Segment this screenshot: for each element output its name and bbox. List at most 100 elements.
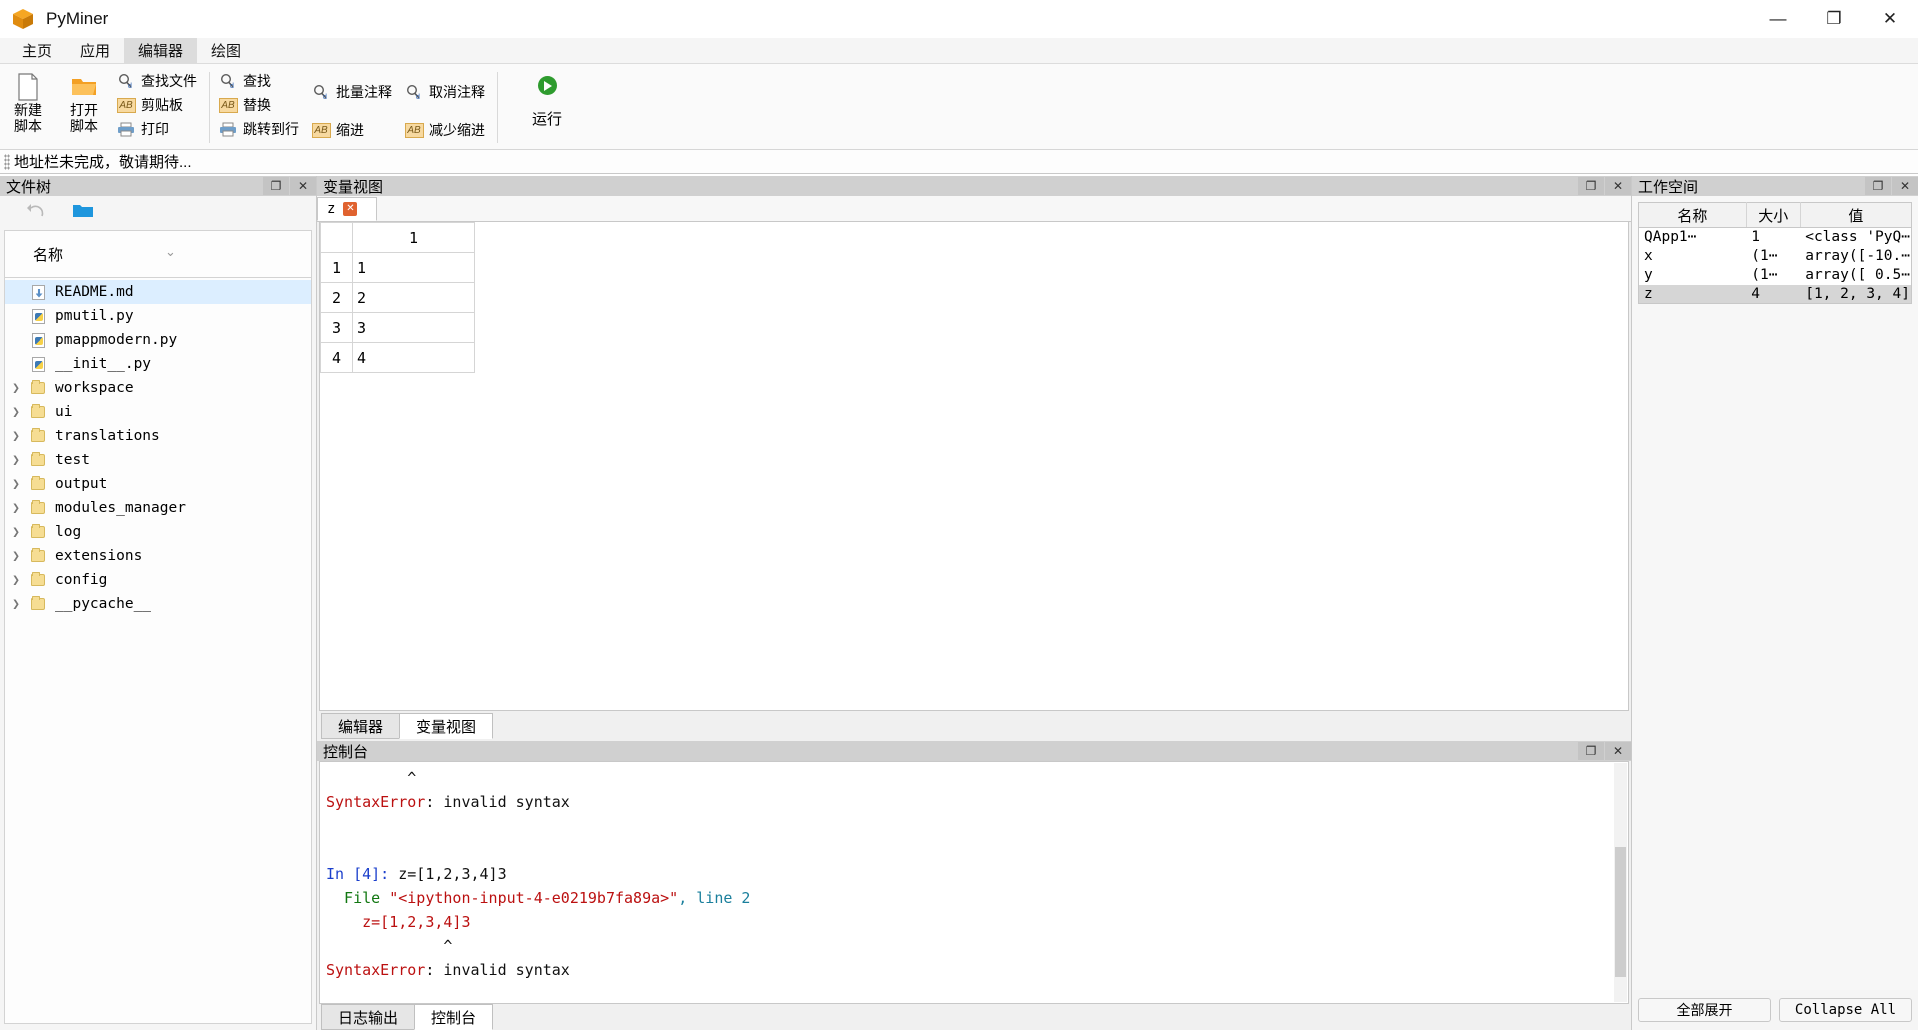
file-tree-list[interactable]: README.md pmutil.py pmappmodern.py __init__… [4, 278, 312, 1024]
variable-table-row[interactable]: 33 [320, 312, 475, 343]
close-icon[interactable]: ✕ [343, 202, 358, 216]
open-folder-button[interactable] [60, 198, 106, 228]
address-bar[interactable]: 地址栏未完成，敬请期待... [0, 150, 1918, 174]
chevron-right-icon[interactable]: ❯ [5, 381, 27, 396]
tab-console[interactable]: 控制台 [414, 1004, 494, 1030]
workspace-cell-value[interactable]: <class 'PyQ⋯ [1800, 228, 1911, 247]
file-tree-item[interactable]: ❯ translations [5, 424, 311, 448]
open-script-button[interactable]: 打开 脚本 [56, 66, 112, 149]
variable-table-cell[interactable]: 2 [352, 282, 475, 313]
goto-line-button[interactable]: 跳转到行 [214, 117, 307, 141]
workspace-row[interactable]: y (1⋯ array([ 0.5⋯ [1639, 266, 1912, 285]
menu-item-home[interactable]: 主页 [8, 38, 66, 63]
variable-table-cell[interactable]: 3 [352, 312, 475, 343]
variable-table-cell[interactable]: 4 [352, 342, 475, 373]
workspace-col-size[interactable]: 大小 [1746, 202, 1801, 228]
variable-table-row[interactable]: 22 [320, 282, 475, 313]
tab-log-output[interactable]: 日志输出 [321, 1004, 416, 1030]
chevron-right-icon[interactable]: ❯ [5, 525, 27, 540]
workspace-cell-name[interactable]: QApp1⋯ [1639, 228, 1747, 247]
find-button[interactable]: d 查找 [214, 69, 307, 93]
expand-all-button[interactable]: 全部展开 [1638, 998, 1771, 1022]
file-tree-item[interactable]: ❯ ui [5, 400, 311, 424]
workspace-table[interactable]: 名称 大小 值 QApp1⋯ 1 <class 'PyQ⋯ x (1⋯ array([-1… [1638, 202, 1912, 304]
chevron-right-icon[interactable]: ❯ [5, 429, 27, 444]
workspace-cell-size[interactable]: 1 [1746, 228, 1800, 247]
uncomment-button[interactable]: d 取消注释 [400, 80, 493, 104]
close-icon[interactable]: ✕ [1605, 742, 1631, 760]
close-button[interactable]: ✕ [1862, 0, 1918, 38]
find-file-button[interactable]: d 查找文件 [112, 69, 205, 93]
file-tree-item[interactable]: README.md [5, 280, 311, 304]
float-icon[interactable]: ❐ [263, 177, 289, 195]
chevron-right-icon[interactable]: ❯ [5, 549, 27, 564]
chevron-right-icon[interactable]: ❯ [5, 453, 27, 468]
file-tree-item[interactable]: ❯ log [5, 520, 311, 544]
file-tree-column-header[interactable]: 名称 ⌄ [4, 230, 312, 278]
workspace-cell-size[interactable]: 4 [1746, 284, 1801, 304]
variable-table[interactable]: 1 11223344 [320, 222, 475, 373]
tab-variable-view[interactable]: 变量视图 [399, 713, 494, 739]
print-button[interactable]: 打印 [112, 117, 205, 141]
minimize-button[interactable]: — [1750, 0, 1806, 38]
batch-comment-button[interactable]: d 批量注释 [307, 80, 400, 104]
chevron-right-icon[interactable]: ❯ [5, 477, 27, 492]
close-icon[interactable]: ✕ [290, 177, 316, 195]
variable-table-row[interactable]: 11 [320, 252, 475, 283]
workspace-row[interactable]: QApp1⋯ 1 <class 'PyQ⋯ [1639, 228, 1912, 247]
menu-item-apps[interactable]: 应用 [66, 38, 124, 63]
file-tree-item[interactable]: __init__.py [5, 352, 311, 376]
variable-tab-z[interactable]: z ✕ [317, 197, 377, 221]
variable-table-row[interactable]: 44 [320, 342, 475, 373]
clipboard-button[interactable]: AB 剪贴板 [112, 93, 205, 117]
maximize-button[interactable]: ❐ [1806, 0, 1862, 38]
workspace-cell-name[interactable]: z [1638, 284, 1747, 304]
back-button[interactable] [14, 198, 60, 228]
collapse-all-button[interactable]: Collapse All [1779, 998, 1912, 1022]
float-icon[interactable]: ❐ [1865, 177, 1891, 195]
file-tree-item[interactable]: ❯ __pycache__ [5, 592, 311, 616]
file-tree-item[interactable]: ❯ extensions [5, 544, 311, 568]
variable-row-header[interactable]: 4 [320, 342, 353, 373]
workspace-cell-value[interactable]: array([ 0.5⋯ [1800, 266, 1911, 285]
replace-button[interactable]: AB 替换 [214, 93, 307, 117]
file-tree-item[interactable]: pmappmodern.py [5, 328, 311, 352]
dedent-button[interactable]: AB 减少缩进 [400, 118, 493, 142]
workspace-col-name[interactable]: 名称 [1638, 202, 1747, 228]
workspace-col-value[interactable]: 值 [1800, 202, 1912, 228]
workspace-cell-size[interactable]: (1⋯ [1746, 266, 1800, 285]
menu-item-editor[interactable]: 编辑器 [124, 38, 198, 63]
chevron-right-icon[interactable]: ❯ [5, 501, 27, 516]
console-output[interactable]: ^ SyntaxError: invalid syntax In [4]: z=[… [319, 761, 1629, 1004]
workspace-cell-name[interactable]: x [1639, 247, 1747, 266]
variable-col-header-1[interactable]: 1 [352, 222, 475, 253]
chevron-right-icon[interactable]: ❯ [5, 573, 27, 588]
chevron-right-icon[interactable]: ❯ [5, 597, 27, 612]
workspace-row[interactable]: z 4 [1, 2, 3, 4] [1638, 284, 1912, 304]
workspace-row[interactable]: x (1⋯ array([-10.⋯ [1639, 247, 1912, 266]
chevron-right-icon[interactable]: ❯ [5, 405, 27, 420]
console-scroll-thumb[interactable] [1615, 847, 1626, 977]
workspace-cell-value[interactable]: array([-10.⋯ [1800, 247, 1911, 266]
menu-item-plot[interactable]: 绘图 [197, 38, 255, 63]
variable-row-header[interactable]: 3 [320, 312, 353, 343]
new-script-button[interactable]: 新建 脚本 [0, 66, 56, 149]
workspace-cell-size[interactable]: (1⋯ [1746, 247, 1800, 266]
float-icon[interactable]: ❐ [1578, 742, 1604, 760]
workspace-cell-value[interactable]: [1, 2, 3, 4] [1800, 284, 1912, 304]
variable-row-header[interactable]: 2 [320, 282, 353, 313]
file-tree-item[interactable]: ❯ workspace [5, 376, 311, 400]
file-tree-item[interactable]: pmutil.py [5, 304, 311, 328]
file-tree-item[interactable]: ❯ test [5, 448, 311, 472]
file-tree-item[interactable]: ❯ modules_manager [5, 496, 311, 520]
file-tree-item[interactable]: ❯ config [5, 568, 311, 592]
run-button[interactable]: 运行 [502, 66, 592, 149]
close-icon[interactable]: ✕ [1892, 177, 1918, 195]
float-icon[interactable]: ❐ [1578, 177, 1604, 195]
indent-button[interactable]: AB 缩进 [307, 118, 400, 142]
console-scrollbar[interactable] [1614, 763, 1627, 1002]
variable-table-cell[interactable]: 1 [352, 252, 475, 283]
close-icon[interactable]: ✕ [1605, 177, 1631, 195]
file-tree-item[interactable]: ❯ output [5, 472, 311, 496]
variable-row-header[interactable]: 1 [320, 252, 353, 283]
